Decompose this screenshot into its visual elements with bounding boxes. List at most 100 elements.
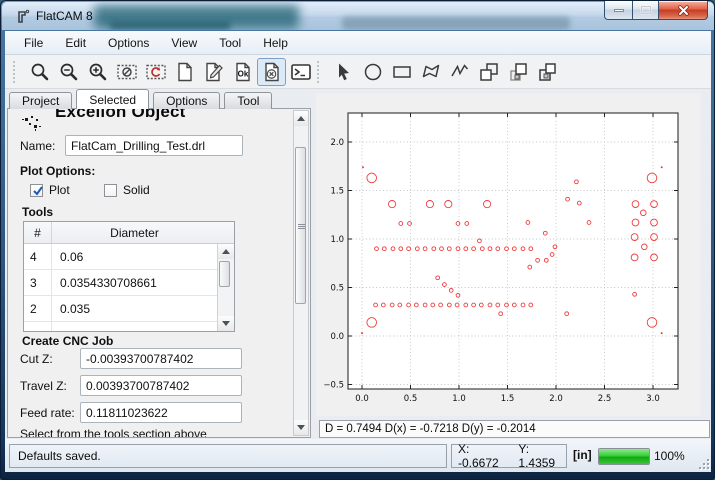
table-row[interactable]: 2 0.035 (24, 296, 217, 322)
tool-number: 2 (24, 296, 52, 321)
tab-tool[interactable]: Tool (224, 92, 272, 109)
svg-text:Ok: Ok (237, 69, 248, 78)
scroll-up-button[interactable] (294, 111, 308, 126)
svg-text:3.0: 3.0 (646, 394, 660, 404)
tab-project[interactable]: Project (9, 92, 72, 109)
draw-circle-icon (362, 61, 384, 83)
tools-table: # Diameter 4 0.06 3 0.0354330708661 2 0.… (23, 221, 235, 332)
draw-polyline-icon (449, 61, 471, 83)
plot-checkbox[interactable] (30, 184, 43, 197)
shell-button[interactable] (286, 58, 315, 86)
scroll-down-button[interactable] (294, 420, 308, 435)
draw-rectangle-button[interactable] (387, 58, 416, 86)
menu-tool[interactable]: Tool (208, 33, 252, 53)
menu-file[interactable]: File (13, 33, 54, 53)
svg-text:1.5: 1.5 (330, 187, 344, 197)
new-file-button[interactable] (170, 58, 199, 86)
toolbar-handle[interactable] (317, 61, 322, 83)
tool-number: 4 (24, 244, 52, 269)
zoom-out-button[interactable] (54, 58, 83, 86)
clear-plot-button[interactable] (112, 58, 141, 86)
menu-help[interactable]: Help (252, 33, 299, 53)
apply-edit-button[interactable]: Ok (228, 58, 257, 86)
progress-bar (598, 448, 650, 465)
replot-button[interactable] (141, 58, 170, 86)
scroll-down-icon (222, 321, 230, 326)
draw-polygon-button[interactable] (416, 58, 445, 86)
name-label: Name: (20, 139, 55, 153)
cut-z-label: Cut Z: (20, 352, 53, 366)
svg-text:0.5: 0.5 (404, 394, 418, 404)
feed-rate-input[interactable] (80, 402, 242, 423)
edit-file-button[interactable] (199, 58, 228, 86)
svg-text:2.0: 2.0 (549, 394, 563, 404)
svg-text:0.0: 0.0 (330, 332, 344, 342)
svg-text:0.5: 0.5 (330, 284, 344, 294)
panel-scrollbar[interactable] (293, 110, 309, 436)
units-label: [in] (573, 448, 592, 462)
menu-view[interactable]: View (160, 33, 208, 53)
scroll-down-button[interactable] (218, 316, 234, 331)
close-button[interactable] (659, 1, 708, 20)
svg-text:−0.5: −0.5 (323, 381, 344, 391)
menu-options[interactable]: Options (97, 33, 160, 53)
cut-z-input[interactable] (80, 348, 242, 369)
mouse-coordinates-box: X: -0.6672 Y: 1.4359 (451, 444, 567, 468)
draw-polyline-button[interactable] (445, 58, 474, 86)
aero-glass-artifact (342, 17, 570, 30)
toolbar-handle[interactable] (13, 61, 18, 83)
table-row[interactable]: 4 0.06 (24, 244, 217, 270)
minimize-icon (614, 9, 624, 12)
cancel-edit-icon (261, 61, 283, 83)
table-row[interactable] (24, 322, 217, 332)
solid-checkbox[interactable] (104, 184, 117, 197)
cancel-edit-button[interactable] (257, 58, 286, 86)
travel-z-input[interactable] (80, 375, 242, 396)
tools-label: Tools (22, 205, 53, 219)
coord-y: Y: 1.4359 (518, 442, 566, 470)
svg-text:1.0: 1.0 (330, 235, 344, 245)
check-icon (31, 184, 45, 198)
zoom-in-button[interactable] (83, 58, 112, 86)
svg-text:1.5: 1.5 (501, 394, 515, 404)
resize-grip[interactable] (697, 457, 709, 469)
name-input[interactable] (65, 135, 243, 156)
scrollbar-thumb[interactable] (219, 261, 230, 287)
copy-geometry-icon (507, 61, 529, 83)
minimize-button[interactable] (604, 1, 632, 20)
menu-edit[interactable]: Edit (54, 33, 97, 53)
copy-geometry-button[interactable] (503, 58, 532, 86)
tab-selected[interactable]: Selected (76, 89, 149, 109)
tool-diameter: 0.035 (52, 296, 217, 321)
scroll-up-icon (222, 249, 230, 254)
flatcam-window: FlatCAM 8 File Edit Options View Tool He… (0, 0, 715, 480)
table-scrollbar[interactable] (217, 244, 234, 331)
tab-options[interactable]: Options (153, 92, 220, 109)
scroll-up-icon (297, 116, 305, 121)
tool-diameter: 0.06 (52, 244, 217, 269)
move-objects-icon (536, 61, 558, 83)
draw-circle-button[interactable] (358, 58, 387, 86)
apply-edit-icon: Ok (232, 61, 254, 83)
plot-canvas[interactable]: 0.00.51.01.52.02.53.0−0.50.00.51.01.52.0 (316, 93, 701, 416)
zoom-in-icon (87, 61, 109, 83)
table-row[interactable]: 3 0.0354330708661 (24, 270, 217, 296)
scatter-plot: 0.00.51.01.52.02.53.0−0.50.00.51.01.52.0 (316, 93, 701, 416)
window-title: FlatCAM 8 (36, 9, 93, 23)
move-objects-button[interactable] (532, 58, 561, 86)
zoom-fit-button[interactable] (25, 58, 54, 86)
edit-file-icon (203, 61, 225, 83)
copy-objects-button[interactable] (474, 58, 503, 86)
solid-checkbox-label[interactable]: Solid (123, 183, 150, 197)
tool-number: 3 (24, 270, 52, 295)
select-button[interactable] (329, 58, 358, 86)
draw-polygon-icon (420, 61, 442, 83)
maximize-button[interactable] (632, 1, 659, 20)
plot-checkbox-label[interactable]: Plot (49, 183, 70, 197)
column-header-diameter[interactable]: Diameter (52, 222, 217, 243)
column-header-number[interactable]: # (24, 222, 52, 243)
menu-bar: File Edit Options View Tool Help (5, 31, 711, 55)
scrollbar-thumb[interactable] (295, 147, 306, 304)
thumb-grip-icon (298, 224, 305, 225)
scroll-up-button[interactable] (218, 244, 234, 259)
